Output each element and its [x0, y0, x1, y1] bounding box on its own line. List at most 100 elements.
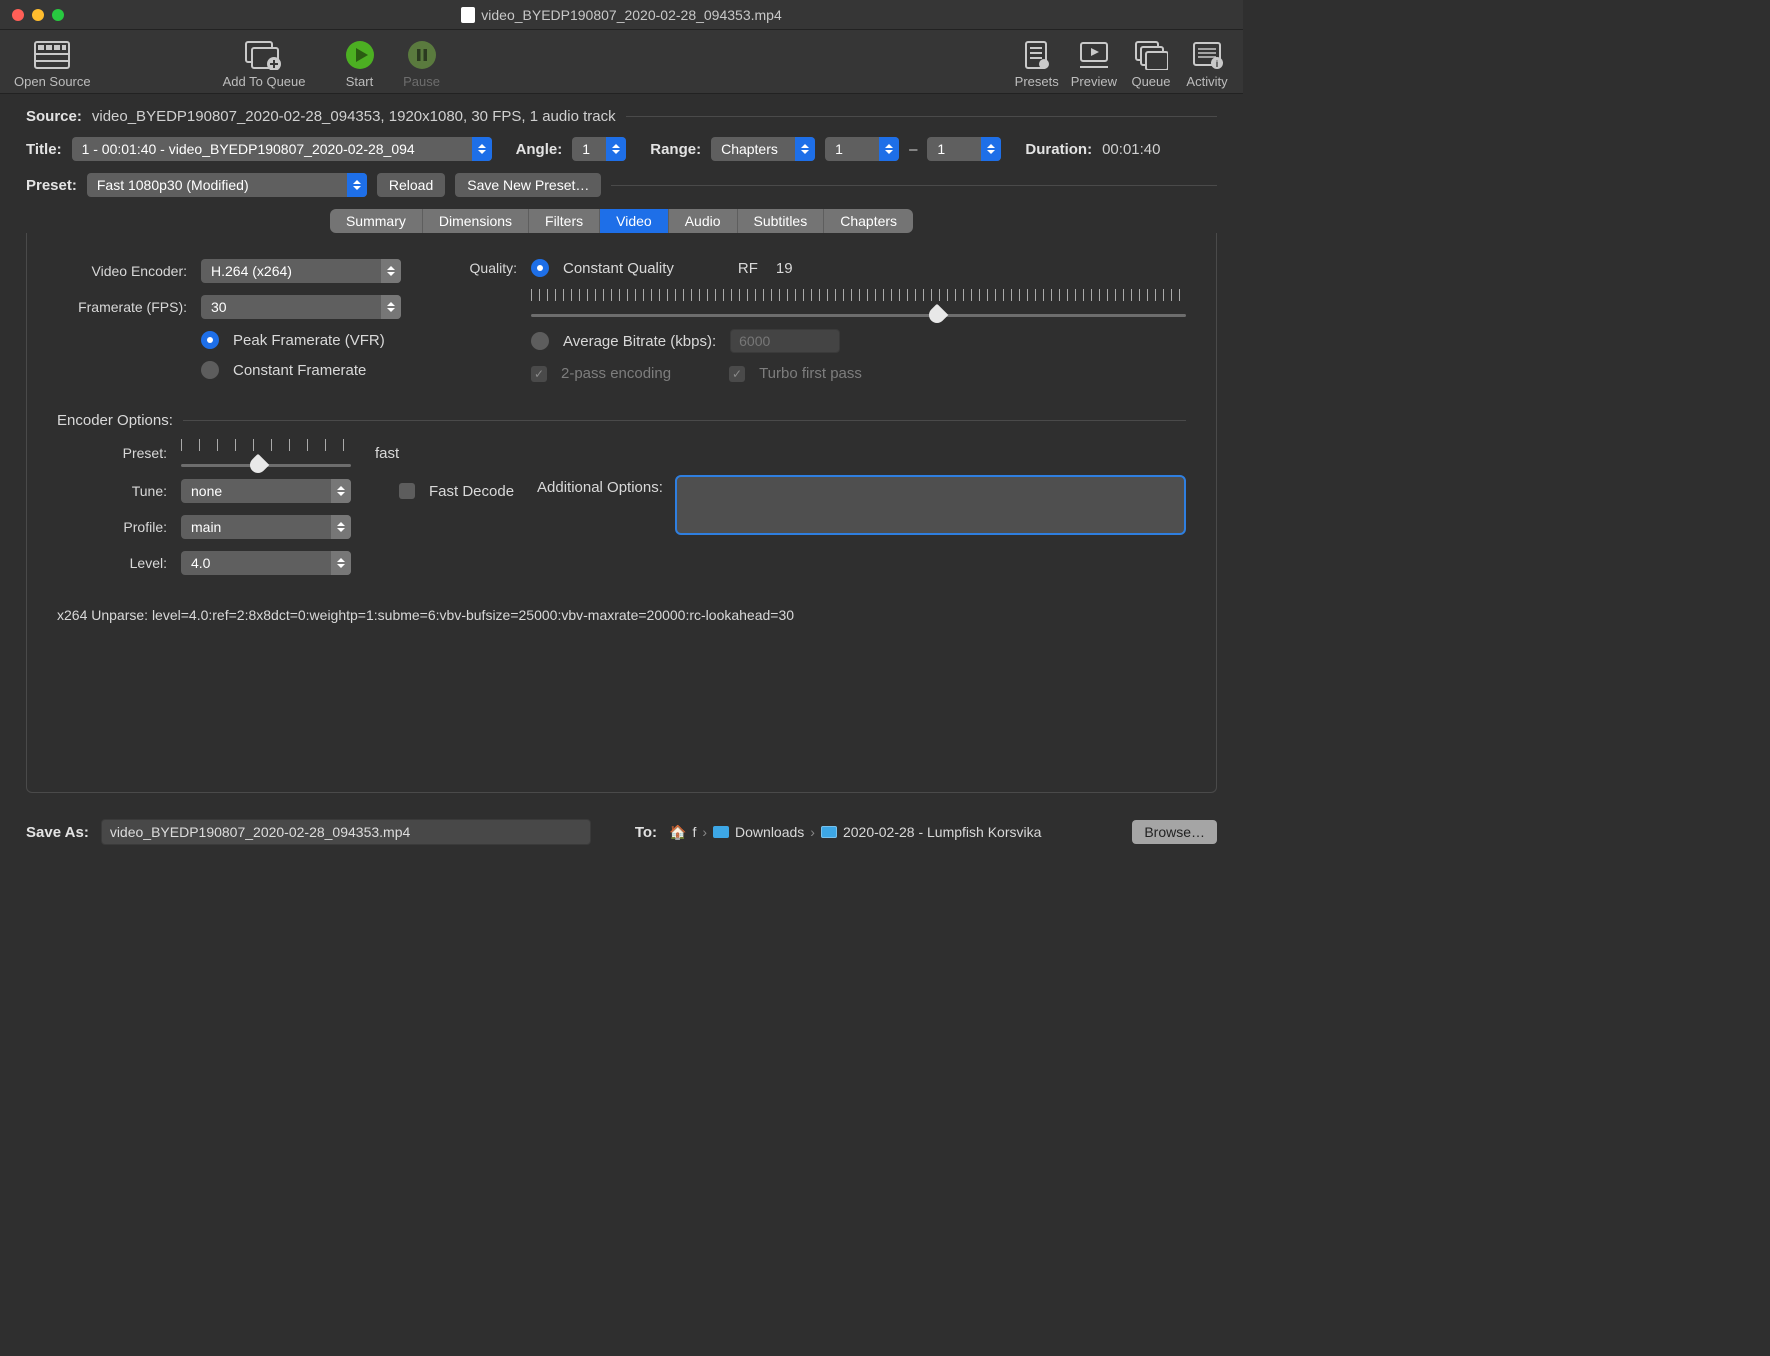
- title-select[interactable]: 1 - 00:01:40 - video_BYEDP190807_2020-02…: [72, 137, 492, 161]
- title-label: Title:: [26, 141, 62, 158]
- folder-icon: [713, 826, 729, 838]
- constant-framerate-label: Constant Framerate: [233, 362, 366, 379]
- window-title-text: video_BYEDP190807_2020-02-28_094353.mp4: [481, 7, 781, 23]
- document-icon: [461, 7, 475, 23]
- open-source-button[interactable]: Open Source: [8, 38, 97, 89]
- chevron-right-icon: ›: [702, 824, 707, 840]
- title-select-value: 1 - 00:01:40 - video_BYEDP190807_2020-02…: [72, 141, 472, 157]
- home-icon: 🏠: [669, 824, 686, 841]
- tab-strip: Summary Dimensions Filters Video Audio S…: [330, 209, 913, 233]
- encoder-label: Video Encoder:: [57, 263, 187, 279]
- rf-value: 19: [776, 260, 793, 277]
- svg-text:i: i: [1216, 59, 1219, 69]
- tab-filters[interactable]: Filters: [529, 209, 600, 233]
- chevron-updown-icon: [381, 259, 401, 283]
- turbo-first-pass-label: Turbo first pass: [759, 365, 862, 382]
- two-pass-label: 2-pass encoding: [561, 365, 671, 382]
- minimize-window-button[interactable]: [32, 9, 44, 21]
- chevron-updown-icon: [879, 137, 899, 161]
- range-type-select[interactable]: Chapters: [711, 137, 815, 161]
- fast-decode-checkbox[interactable]: [399, 483, 415, 499]
- video-panel: Video Encoder: H.264 (x264) Framerate (F…: [26, 233, 1217, 793]
- duration-value: 00:01:40: [1102, 141, 1160, 158]
- breadcrumb-downloads: Downloads: [735, 824, 804, 840]
- pause-button: Pause: [394, 38, 450, 89]
- maximize-window-button[interactable]: [52, 9, 64, 21]
- preset-value: Fast 1080p30 (Modified): [87, 177, 347, 193]
- activity-icon: i: [1185, 38, 1229, 72]
- bitrate-input: [730, 329, 840, 353]
- range-type-value: Chapters: [711, 141, 795, 157]
- chevron-updown-icon: [981, 137, 1001, 161]
- encoder-select[interactable]: H.264 (x264): [201, 259, 401, 283]
- source-value: video_BYEDP190807_2020-02-28_094353, 192…: [92, 108, 616, 125]
- tab-audio[interactable]: Audio: [669, 209, 738, 233]
- fast-decode-label: Fast Decode: [429, 483, 514, 500]
- constant-framerate-radio[interactable]: [201, 361, 219, 379]
- monitor-play-icon: [1072, 38, 1116, 72]
- preset-label: Preset:: [26, 177, 77, 194]
- destination-breadcrumb[interactable]: 🏠 f › Downloads › 2020-02-28 - Lumpfish …: [669, 824, 1041, 841]
- fps-select[interactable]: 30: [201, 295, 401, 319]
- fps-value: 30: [201, 299, 381, 315]
- breadcrumb-home: f: [692, 824, 696, 840]
- save-as-label: Save As:: [26, 824, 89, 841]
- chevron-updown-icon: [472, 137, 492, 161]
- folder-icon: [821, 826, 837, 838]
- chevron-updown-icon: [331, 551, 351, 575]
- close-window-button[interactable]: [12, 9, 24, 21]
- window-title: video_BYEDP190807_2020-02-28_094353.mp4: [0, 7, 1243, 23]
- add-to-queue-button[interactable]: Add To Queue: [217, 38, 312, 89]
- start-label: Start: [346, 74, 373, 89]
- browse-button[interactable]: Browse…: [1132, 820, 1217, 844]
- constant-quality-label: Constant Quality: [563, 260, 674, 277]
- profile-select[interactable]: main: [181, 515, 351, 539]
- fps-label: Framerate (FPS):: [57, 299, 187, 315]
- save-as-input[interactable]: [101, 819, 591, 845]
- range-from-select[interactable]: 1: [825, 137, 899, 161]
- chevron-updown-icon: [331, 515, 351, 539]
- tab-video[interactable]: Video: [600, 209, 669, 233]
- tune-select[interactable]: none: [181, 479, 351, 503]
- chevron-updown-icon: [331, 479, 351, 503]
- presets-label: Presets: [1015, 74, 1059, 89]
- average-bitrate-label: Average Bitrate (kbps):: [563, 333, 716, 350]
- queue-button[interactable]: Queue: [1123, 38, 1179, 89]
- presets-button[interactable]: Presets: [1009, 38, 1065, 89]
- start-button[interactable]: Start: [332, 38, 388, 89]
- range-label: Range:: [650, 141, 701, 158]
- reload-button[interactable]: Reload: [377, 173, 445, 197]
- quality-slider[interactable]: [531, 289, 1186, 317]
- preset-select[interactable]: Fast 1080p30 (Modified): [87, 173, 367, 197]
- tab-subtitles[interactable]: Subtitles: [738, 209, 825, 233]
- average-bitrate-radio[interactable]: [531, 332, 549, 350]
- duration-label: Duration:: [1025, 141, 1092, 158]
- chevron-right-icon: ›: [810, 824, 815, 840]
- preview-button[interactable]: Preview: [1065, 38, 1123, 89]
- peak-framerate-label: Peak Framerate (VFR): [233, 332, 385, 349]
- additional-options-label: Additional Options:: [537, 475, 663, 496]
- tune-value: none: [181, 483, 331, 499]
- profile-value: main: [181, 519, 331, 535]
- enc-preset-label: Preset:: [57, 445, 167, 461]
- play-icon: [338, 38, 382, 72]
- level-value: 4.0: [181, 555, 331, 571]
- activity-button[interactable]: i Activity: [1179, 38, 1235, 89]
- angle-value: 1: [572, 141, 606, 157]
- additional-options-input[interactable]: [675, 475, 1186, 535]
- constant-quality-radio[interactable]: [531, 259, 549, 277]
- peak-framerate-radio[interactable]: [201, 331, 219, 349]
- save-new-preset-button[interactable]: Save New Preset…: [455, 173, 601, 197]
- tab-chapters[interactable]: Chapters: [824, 209, 913, 233]
- turbo-first-pass-checkbox: [729, 366, 745, 382]
- queue-label: Queue: [1131, 74, 1170, 89]
- angle-select[interactable]: 1: [572, 137, 626, 161]
- range-from-value: 1: [825, 141, 879, 157]
- enc-preset-slider[interactable]: [181, 439, 351, 467]
- images-plus-icon: [242, 38, 286, 72]
- level-select[interactable]: 4.0: [181, 551, 351, 575]
- unparse-text: x264 Unparse: level=4.0:ref=2:8x8dct=0:w…: [57, 607, 1186, 623]
- tab-summary[interactable]: Summary: [330, 209, 423, 233]
- tab-dimensions[interactable]: Dimensions: [423, 209, 529, 233]
- range-to-select[interactable]: 1: [927, 137, 1001, 161]
